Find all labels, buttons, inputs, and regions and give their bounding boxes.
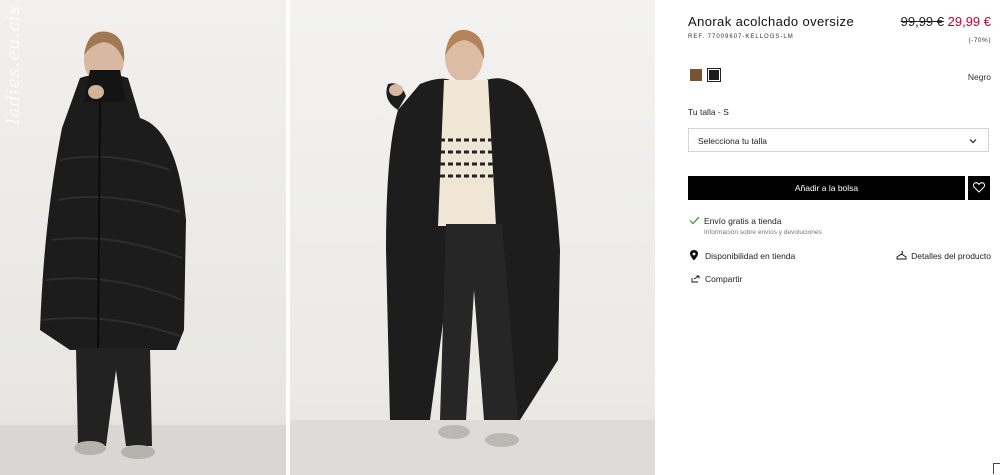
store-availability-link[interactable]: Disponibilidad en tienda xyxy=(705,251,795,261)
size-select-placeholder: Selecciona tu talla xyxy=(698,136,767,146)
product-info-panel: Anorak acolchado oversize 99,99 € 29,99 … xyxy=(688,0,992,475)
share-icon xyxy=(691,275,700,283)
selected-color-name: Negro xyxy=(967,72,991,82)
scroll-corner-marker xyxy=(993,463,1000,474)
favorite-button[interactable] xyxy=(968,176,990,200)
product-photo-front[interactable]: ladies.eu.cis xyxy=(0,0,286,475)
size-select[interactable]: Selecciona tu talla xyxy=(688,128,989,152)
color-swatch-brown[interactable] xyxy=(690,69,702,81)
shipping-info-link[interactable]: Información sobre envíos y devoluciones xyxy=(704,229,822,236)
share-link[interactable]: Compartir xyxy=(705,274,742,284)
heart-icon xyxy=(973,182,985,193)
product-photo-open[interactable] xyxy=(290,0,655,475)
location-pin-icon xyxy=(690,250,698,261)
sale-price: 29,99 € xyxy=(947,14,991,29)
product-title: Anorak acolchado oversize xyxy=(688,14,855,29)
check-icon xyxy=(689,216,700,225)
color-swatch-black[interactable] xyxy=(707,68,721,82)
model-illustration-2 xyxy=(290,29,655,475)
product-details-link[interactable]: Detalles del producto xyxy=(911,251,991,261)
chevron-down-icon xyxy=(969,139,977,144)
add-to-bag-button[interactable]: Añadir a la bolsa xyxy=(688,176,965,200)
discount-badge: (-70%) xyxy=(968,37,991,44)
model-illustration-1 xyxy=(0,31,286,475)
hanger-icon xyxy=(896,251,907,260)
original-price: 99,99 € xyxy=(900,14,944,29)
free-shipping-label: Envío gratis a tienda xyxy=(704,216,782,226)
product-reference: REF. 77009607-KELLOGS-LM xyxy=(688,34,794,40)
size-label: Tu talla - S xyxy=(688,107,729,117)
watermark: ladies.eu.cis xyxy=(4,4,24,124)
